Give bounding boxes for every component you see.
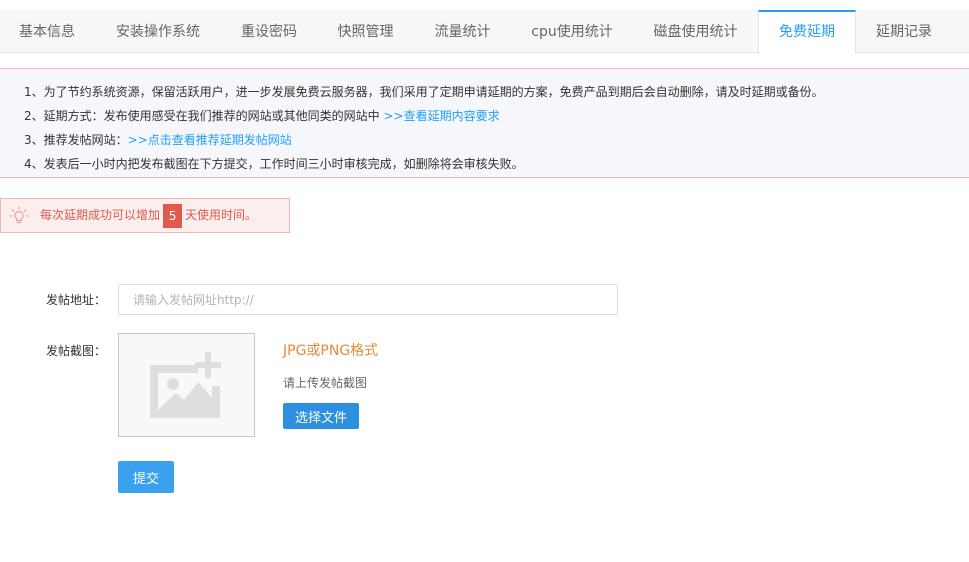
tab-disk-stats[interactable]: 磁盘使用统计 (634, 10, 757, 53)
submit-button[interactable]: 提交 (118, 461, 174, 493)
post-url-label: 发帖地址： (46, 293, 107, 307)
upload-hint: 请上传发帖截图 (283, 376, 368, 390)
tip-text: 每次延期成功可以增加 5 天使用时间。 (40, 199, 257, 232)
tab-bar: 基本信息 安装操作系统 重设密码 快照管理 流量统计 cpu使用统计 磁盘使用统… (0, 10, 969, 54)
tab-reset-password[interactable]: 重设密码 (222, 10, 316, 53)
tab-extension-records[interactable]: 延期记录 (857, 10, 951, 53)
post-screenshot-label: 发帖截图： (46, 344, 107, 358)
extension-tip: 每次延期成功可以增加 5 天使用时间。 (0, 198, 290, 233)
notice-line-3-text: 3、推荐发帖网站： (24, 133, 128, 147)
tab-basic-info[interactable]: 基本信息 (0, 10, 94, 53)
image-add-icon (150, 352, 221, 418)
notice-line-2: 2、延期方式：发布使用感受在我们推荐的网站或其他同类的网站中 >>查看延期内容要… (24, 104, 969, 128)
extension-requirements-link[interactable]: >>查看延期内容要求 (383, 109, 499, 123)
tab-traffic-stats[interactable]: 流量统计 (415, 10, 510, 53)
tip-days-badge: 5 (163, 203, 183, 228)
tip-suffix: 天使用时间。 (185, 208, 258, 222)
notice-line-1: 1、为了节约系统资源，保留活跃用户，进一步发展免费云服务器，我们采用了定期申请延… (24, 85, 824, 99)
tab-free-extension[interactable]: 免费延期 (758, 10, 856, 54)
tab-snapshot[interactable]: 快照管理 (318, 10, 413, 53)
notice-line-4: 4、发表后一小时内把发布截图在下方提交，工作时间三小时审核完成，如删除将会审核失… (24, 157, 524, 171)
notice-line-2-text: 2、延期方式：发布使用感受在我们推荐的网站或其他同类的网站中 (24, 109, 384, 123)
tab-install-os[interactable]: 安装操作系统 (96, 10, 220, 53)
tab-cpu-stats[interactable]: cpu使用统计 (512, 10, 632, 53)
tip-prefix: 每次延期成功可以增加 (40, 208, 161, 222)
screenshot-preview[interactable] (118, 333, 255, 437)
choose-file-button[interactable]: 选择文件 (283, 403, 359, 429)
file-format-text: JPG或PNG格式 (283, 343, 379, 359)
notice-line-3: 3、推荐发帖网站：>>点击查看推荐延期发帖网站 (24, 128, 969, 152)
notice-panel: 1、为了节约系统资源，保留活跃用户，进一步发展免费云服务器，我们采用了定期申请延… (0, 68, 969, 178)
post-url-input[interactable] (118, 284, 618, 315)
lightbulb-icon (9, 206, 29, 224)
recommended-sites-link[interactable]: >>点击查看推荐延期发帖网站 (128, 133, 292, 147)
